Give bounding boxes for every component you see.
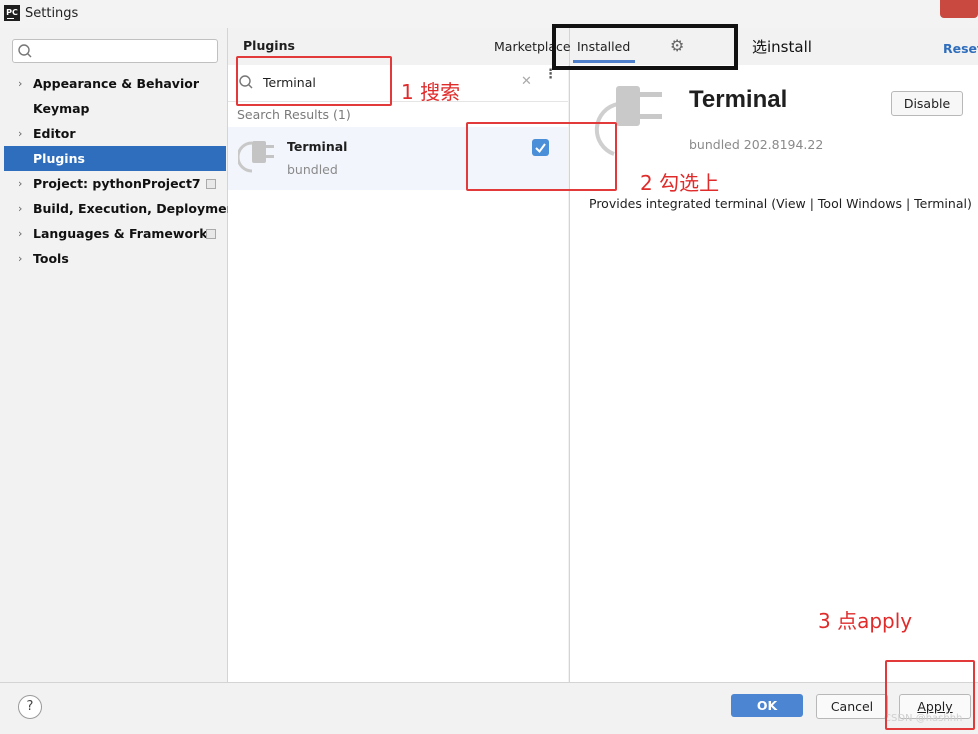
search-results-count: Search Results (1) xyxy=(237,107,351,122)
plugin-plug-icon xyxy=(238,141,274,173)
plugin-detail-panel xyxy=(569,65,978,682)
annotation-box-search xyxy=(236,56,392,106)
plugin-source: bundled xyxy=(287,162,338,177)
plugin-description: Provides integrated terminal (View | Too… xyxy=(589,196,972,211)
window-title: Settings xyxy=(25,6,79,21)
project-scope-icon xyxy=(206,179,216,189)
sidebar-item-project[interactable]: › Project: pythonProject7 xyxy=(4,171,226,196)
pycharm-app-icon: PC xyxy=(4,5,20,21)
plugin-detail-name: Terminal xyxy=(689,86,788,113)
sidebar-item-label: Languages & Frameworks xyxy=(33,226,215,241)
plugin-name: Terminal xyxy=(287,139,348,154)
annotation-step3: 3 点apply xyxy=(818,609,913,633)
window-close-button[interactable] xyxy=(940,0,978,18)
cancel-button[interactable]: Cancel xyxy=(816,694,888,719)
disable-button[interactable]: Disable xyxy=(891,91,963,116)
sidebar-item-label: Keymap xyxy=(33,101,90,116)
chevron-right-icon: › xyxy=(18,77,23,90)
sidebar-item-label: Appearance & Behavior xyxy=(33,76,199,91)
annotation-step2: 2 勾选上 xyxy=(640,171,720,195)
sidebar-item-label: Project: pythonProject7 xyxy=(33,176,201,191)
help-button[interactable]: ? xyxy=(18,695,42,719)
sidebar-item-label: Build, Execution, Deployment xyxy=(33,201,242,216)
chevron-right-icon: › xyxy=(18,252,23,265)
sidebar-item-label: Plugins xyxy=(33,151,85,166)
sidebar-item-label: Tools xyxy=(33,251,69,266)
sidebar-item-plugins[interactable]: Plugins xyxy=(4,146,226,171)
sidebar-item-appearance[interactable]: › Appearance & Behavior xyxy=(4,71,226,96)
sidebar-item-label: Editor xyxy=(33,126,76,141)
sidebar-item-editor[interactable]: › Editor xyxy=(4,121,226,146)
annotation-box-installed-tab xyxy=(552,24,738,70)
project-scope-icon xyxy=(206,229,216,239)
reset-link[interactable]: Reset xyxy=(943,41,978,56)
annotation-step1: 1 搜索 xyxy=(401,80,461,104)
chevron-right-icon: › xyxy=(18,177,23,190)
more-options-icon[interactable]: ⋮ xyxy=(544,68,557,81)
sidebar-item-tools[interactable]: › Tools xyxy=(4,246,226,271)
ok-button[interactable]: OK xyxy=(731,694,803,717)
plugin-version: bundled 202.8194.22 xyxy=(689,137,824,152)
annotation-installed-note: 选install xyxy=(752,38,812,56)
sidebar-item-build[interactable]: › Build, Execution, Deployment xyxy=(4,196,241,221)
chevron-right-icon: › xyxy=(18,127,23,140)
annotation-box-checkbox xyxy=(466,122,617,191)
title-bar xyxy=(0,0,978,28)
annotation-box-apply xyxy=(885,660,975,730)
page-title: Plugins xyxy=(243,38,295,53)
chevron-right-icon: › xyxy=(18,227,23,240)
clear-search-icon[interactable]: ✕ xyxy=(521,74,532,89)
sidebar-item-keymap[interactable]: Keymap xyxy=(4,96,226,121)
search-icon xyxy=(18,44,32,58)
chevron-right-icon: › xyxy=(18,202,23,215)
settings-search-input[interactable] xyxy=(12,39,218,63)
sidebar-item-languages[interactable]: › Languages & Frameworks xyxy=(4,221,226,246)
